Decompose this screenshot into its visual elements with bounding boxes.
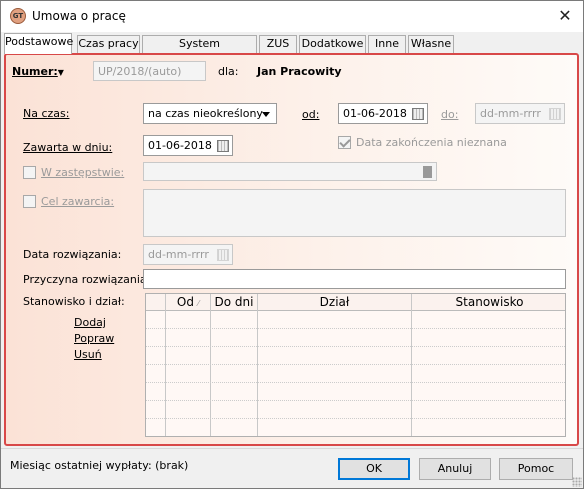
window-title: Umowa o pracę — [32, 9, 126, 23]
stanowiska-label: Stanowisko i dział: — [23, 295, 125, 308]
od-date-value: 01-06-2018 — [343, 107, 407, 120]
data-rozwiazania-label: Data rozwiązania: — [23, 248, 122, 261]
table-row[interactable] — [146, 401, 565, 419]
data-zakonczenia-nieznana-label: Data zakończenia nieznana — [356, 136, 507, 149]
tab-dodatkowe[interactable]: Dodatkowe — [299, 35, 366, 53]
numer-dropdown[interactable]: Numer:▼ — [12, 65, 64, 78]
numer-label: Numer: — [12, 65, 58, 78]
chevron-down-icon: ▼ — [57, 68, 64, 77]
table-row[interactable] — [146, 347, 565, 365]
table-row[interactable] — [146, 329, 565, 347]
tab-system-wynagrodzen[interactable]: System wynagrodzeń — [142, 35, 257, 66]
od-date-field[interactable]: 01-06-2018 — [338, 103, 428, 124]
tab-wlasne[interactable]: Własne — [408, 35, 454, 53]
przyczyna-input[interactable] — [143, 269, 566, 289]
tab-podstawowe[interactable]: Podstawowe — [4, 33, 73, 54]
dropdown-arrow-icon[interactable] — [262, 112, 270, 117]
w-zastepstwie-checkbox[interactable] — [23, 166, 36, 179]
resize-grip-icon[interactable] — [572, 477, 582, 487]
sort-icon: ⁄ — [197, 299, 200, 308]
employee-name: Jan Pracowity — [257, 65, 342, 78]
zawarta-date-value: 01-06-2018 — [148, 139, 212, 152]
data-rozwiazania-field: dd-mm-rrrr — [143, 244, 233, 265]
grid-header-stanowisko[interactable]: Stanowisko — [412, 294, 565, 311]
dodaj-link[interactable]: Dodaj — [74, 316, 106, 329]
usun-link[interactable]: Usuń — [74, 348, 102, 361]
calendar-icon — [549, 108, 561, 120]
calendar-icon[interactable] — [412, 108, 424, 120]
table-row[interactable] — [146, 365, 565, 383]
na-czas-select[interactable]: na czas nieokreślony — [143, 103, 277, 124]
grid-header-do-dni[interactable]: Do dni — [211, 294, 257, 311]
do-date-placeholder: dd-mm-rrrr — [480, 107, 541, 120]
grid-header-od[interactable]: Od ⁄ — [166, 294, 210, 311]
table-row[interactable] — [146, 419, 565, 436]
data-zakonczenia-nieznana-checkbox[interactable] — [338, 136, 351, 149]
grid-header-dzial[interactable]: Dział — [258, 294, 411, 311]
data-rozwiazania-placeholder: dd-mm-rrrr — [148, 248, 209, 261]
help-button[interactable]: Pomoc — [499, 458, 573, 480]
table-row[interactable] — [146, 383, 565, 401]
grid-header-od-label: Od — [176, 295, 194, 309]
tab-inne[interactable]: Inne — [368, 35, 406, 53]
cel-zawarcia-label: Cel zawarcia: — [41, 195, 115, 208]
cancel-button[interactable]: Anuluj — [419, 458, 491, 480]
footer-divider — [1, 448, 583, 449]
ok-button[interactable]: OK — [338, 458, 410, 480]
calendar-icon — [217, 249, 229, 261]
dla-label: dla: — [218, 65, 239, 78]
w-zastepstwie-field — [143, 162, 437, 181]
tab-zus[interactable]: ZUS — [259, 35, 297, 53]
od-label: od: — [302, 108, 320, 121]
stanowiska-grid[interactable]: Od ⁄ Do dni Dział Stanowisko — [145, 293, 566, 437]
numer-field: UP/2018/(auto) — [93, 61, 206, 81]
tab-czas-pracy[interactable]: Czas pracy — [77, 35, 140, 53]
do-date-field: dd-mm-rrrr — [475, 103, 565, 124]
select-button-icon — [423, 166, 432, 178]
do-label: do: — [441, 108, 459, 121]
close-icon[interactable]: ✕ — [553, 4, 577, 28]
zawarta-label: Zawarta w dniu: — [23, 141, 113, 154]
app-logo-icon: GT — [10, 8, 26, 24]
cel-zawarcia-textarea — [143, 189, 566, 237]
calendar-icon[interactable] — [217, 140, 229, 152]
popraw-link[interactable]: Popraw — [74, 332, 114, 345]
title-bar[interactable]: GT Umowa o pracę ✕ — [1, 1, 583, 32]
zawarta-date-field[interactable]: 01-06-2018 — [143, 135, 233, 156]
na-czas-value: na czas nieokreślony — [148, 107, 263, 120]
table-row[interactable] — [146, 311, 565, 329]
last-payment-status: Miesiąc ostatniej wypłaty: (brak) — [10, 459, 189, 472]
przyczyna-label: Przyczyna rozwiązania: — [23, 273, 151, 286]
na-czas-label: Na czas: — [23, 107, 70, 120]
dialog-window: GT Umowa o pracę ✕ Podstawowe Czas pracy… — [0, 0, 584, 489]
w-zastepstwie-label: W zastępstwie: — [41, 166, 125, 179]
cel-zawarcia-checkbox[interactable] — [23, 195, 36, 208]
